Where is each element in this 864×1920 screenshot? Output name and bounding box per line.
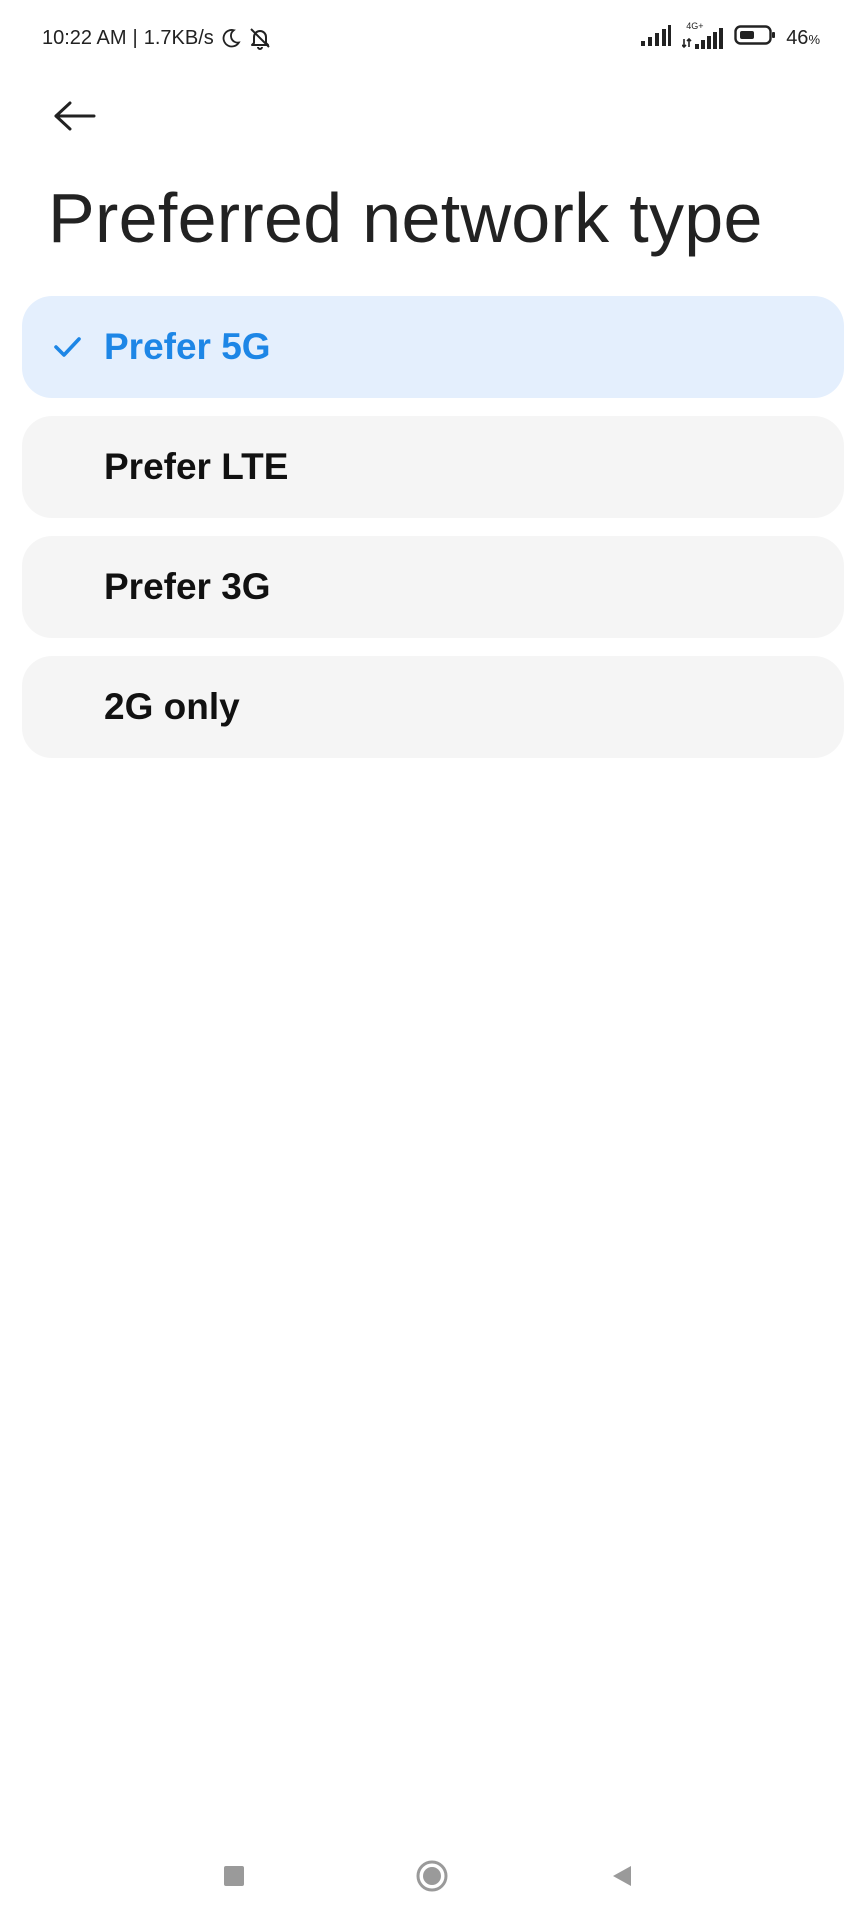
recents-button[interactable] <box>210 1852 258 1900</box>
option-prefer-5g[interactable]: Prefer 5G <box>22 296 844 398</box>
network-type-options: Prefer 5G Prefer LTE Prefer 3G 2G only <box>22 296 844 776</box>
status-separator: | <box>132 26 138 49</box>
navigation-bar <box>0 1830 864 1920</box>
status-left: 10:22 AM | 1.7KB/s <box>42 26 272 50</box>
back-triangle-icon <box>613 1866 631 1886</box>
battery-percent-unit: % <box>808 31 820 47</box>
battery-percent: 46% <box>786 27 820 50</box>
option-prefer-lte[interactable]: Prefer LTE <box>22 416 844 518</box>
signal-icon <box>640 24 672 52</box>
home-circle-icon <box>416 1860 448 1892</box>
status-speed: 1.7KB/s <box>143 26 214 49</box>
bell-off-icon <box>248 26 272 50</box>
status-bar: 10:22 AM | 1.7KB/s 4G+ 46% <box>0 0 864 80</box>
option-label: Prefer LTE <box>104 446 289 487</box>
battery-icon <box>734 24 776 52</box>
page-title: Preferred network type <box>48 179 763 257</box>
status-time: 10:22 AM <box>42 26 127 49</box>
option-prefer-3g[interactable]: Prefer 3G <box>22 536 844 638</box>
nav-back-button[interactable] <box>598 1852 646 1900</box>
square-icon <box>224 1866 244 1886</box>
option-label: Prefer 3G <box>104 566 271 607</box>
status-right: 4G+ 46% <box>640 21 820 52</box>
arrow-left-icon <box>54 101 96 131</box>
option-2g-only[interactable]: 2G only <box>22 656 844 758</box>
home-button[interactable] <box>408 1852 456 1900</box>
network-type-label: 4G+ <box>686 21 704 31</box>
battery-percent-value: 46 <box>786 26 809 49</box>
option-label: 2G only <box>104 686 240 727</box>
checkmark-icon <box>52 332 82 362</box>
signal-4g-icon: 4G+ <box>682 21 724 49</box>
screen: 10:22 AM | 1.7KB/s 4G+ 46% Preferred net… <box>0 0 864 1920</box>
moon-icon <box>220 27 242 49</box>
back-button[interactable] <box>46 92 102 140</box>
option-label: Prefer 5G <box>104 326 271 367</box>
